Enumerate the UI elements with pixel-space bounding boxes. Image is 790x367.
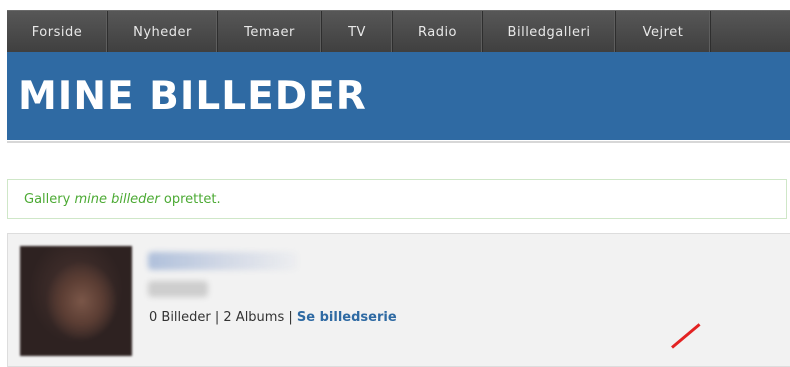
banner-divider	[7, 141, 790, 143]
nav-item-vejret[interactable]: Vejret	[616, 11, 711, 53]
nav-item-temaer[interactable]: Temaer	[218, 11, 322, 53]
blurred-subtitle	[148, 281, 208, 297]
stats-text: 0 Billeder | 2 Albums |	[149, 310, 293, 325]
success-message-text: Gallery mine billeder oprettet.	[24, 192, 221, 207]
avatar[interactable]	[20, 246, 132, 356]
nav-item-nyheder[interactable]: Nyheder	[108, 11, 218, 53]
top-navigation: Forside Nyheder Temaer TV Radio Billedga…	[7, 10, 790, 53]
nav-item-forside[interactable]: Forside	[7, 11, 108, 53]
page-title: MINE BILLEDER	[18, 74, 367, 119]
message-gallery-name: mine billeder	[74, 192, 160, 207]
message-suffix: oprettet.	[163, 192, 221, 207]
success-message: Gallery mine billeder oprettet.	[7, 179, 787, 219]
page-banner: MINE BILLEDER	[7, 52, 790, 140]
nav-item-tv[interactable]: TV	[322, 11, 393, 53]
nav-item-billedgalleri[interactable]: Billedgalleri	[483, 11, 616, 53]
profile-stats: 0 Billeder | 2 Albums | Se billedserie	[149, 310, 397, 325]
blurred-username	[148, 252, 298, 270]
message-prefix: Gallery	[24, 192, 71, 207]
see-series-link[interactable]: Se billedserie	[297, 310, 397, 325]
nav-item-radio[interactable]: Radio	[393, 11, 483, 53]
